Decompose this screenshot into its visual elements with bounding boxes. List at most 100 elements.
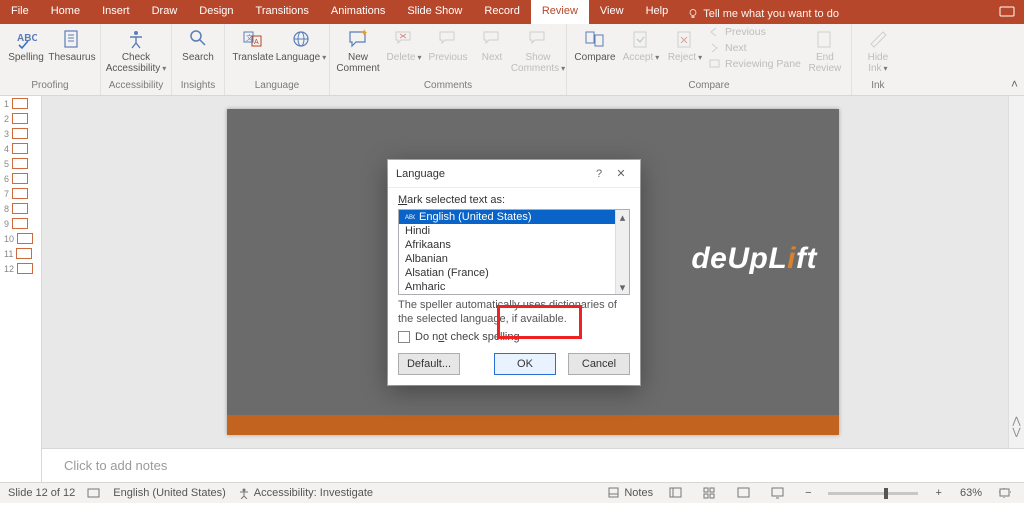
group-accessibility: Check Accessibility Accessibility	[101, 24, 172, 95]
compare-button[interactable]: Compare	[573, 26, 617, 63]
slide-thumbnail[interactable]: 9	[0, 216, 41, 231]
status-slide-number: Slide 12 of 12	[8, 487, 75, 499]
slide-thumbnail[interactable]: 4	[0, 141, 41, 156]
zoom-out-button[interactable]: −	[801, 487, 815, 499]
listbox-scrollbar[interactable]: ▴ ▾	[615, 210, 629, 294]
tab-help[interactable]: Help	[635, 0, 680, 24]
dialog-close-button[interactable]: ✕	[610, 167, 632, 180]
translate-button[interactable]: 文A Translate	[231, 26, 275, 63]
view-sorter-button[interactable]	[699, 485, 721, 501]
group-ink: Hide Ink Ink	[852, 24, 904, 95]
slide-thumbnail[interactable]: 5	[0, 156, 41, 171]
language-item-selected[interactable]: ABC English (United States)	[399, 210, 629, 224]
slide-nav-buttons[interactable]: ⋀⋁	[1011, 416, 1022, 428]
zoom-slider[interactable]	[828, 492, 918, 495]
tab-draw[interactable]: Draw	[141, 0, 189, 24]
group-insights: Search Insights	[172, 24, 225, 95]
slide-thumbnail[interactable]: 7	[0, 186, 41, 201]
compare-nav: Previous Next Reviewing Pane	[709, 26, 801, 70]
display-options-button[interactable]	[990, 0, 1024, 24]
tell-me-search[interactable]: Tell me what you want to do	[687, 0, 839, 24]
accessibility-status-icon	[238, 487, 250, 499]
prev-icon	[709, 27, 721, 37]
do-not-check-spelling-checkbox[interactable]: Do not check spelling	[398, 331, 630, 343]
tab-animations[interactable]: Animations	[320, 0, 396, 24]
spellcheck-icon: ABC	[405, 212, 415, 222]
accept-icon	[632, 26, 650, 52]
dialog-title: Language	[396, 168, 588, 180]
new-comment-button[interactable]: ✦ New Comment	[336, 26, 380, 74]
spelling-button[interactable]: ABC Spelling	[6, 26, 46, 63]
ribbon-collapse-button[interactable]: ˄	[1011, 77, 1018, 91]
zoom-level[interactable]: 63%	[960, 487, 982, 499]
language-item[interactable]: Amharic	[399, 280, 629, 294]
status-notes-button[interactable]: Notes	[608, 487, 653, 499]
tab-design[interactable]: Design	[188, 0, 244, 24]
delete-comment-button: Delete	[384, 26, 424, 63]
thesaurus-button[interactable]: Thesaurus	[50, 26, 94, 63]
tab-insert[interactable]: Insert	[91, 0, 141, 24]
notes-icon	[608, 487, 620, 499]
slide-thumbnail[interactable]: 1	[0, 96, 41, 111]
slide-thumbnail-pane[interactable]: 123456789101112	[0, 96, 42, 482]
slide-thumbnail[interactable]: 8	[0, 201, 41, 216]
status-bar: Slide 12 of 12 English (United States) A…	[0, 482, 1024, 503]
dialog-titlebar[interactable]: Language ? ✕	[388, 160, 640, 188]
reviewing-pane: Reviewing Pane	[709, 58, 801, 70]
next-comment-button: Next	[472, 26, 512, 63]
ribbon-tabs: File Home Insert Draw Design Transitions…	[0, 0, 1024, 24]
notes-pane[interactable]: Click to add notes	[42, 448, 1024, 482]
status-section-icon[interactable]	[87, 487, 101, 499]
hide-ink-button: Hide Ink	[858, 26, 898, 74]
language-item[interactable]: Albanian	[399, 252, 629, 266]
search-button[interactable]: Search	[178, 26, 218, 63]
delete-comment-icon	[394, 26, 414, 52]
view-slideshow-button[interactable]	[767, 485, 789, 501]
slide-thumbnail[interactable]: 12	[0, 261, 41, 276]
view-reading-button[interactable]	[733, 485, 755, 501]
svg-text:ABC: ABC	[405, 215, 415, 221]
slide-thumbnail[interactable]: 10	[0, 231, 41, 246]
ok-button[interactable]: OK	[494, 353, 556, 375]
new-comment-icon: ✦	[347, 26, 369, 52]
slide-accent-bar	[227, 415, 839, 435]
slide-thumbnail[interactable]: 11	[0, 246, 41, 261]
vertical-scrollbar[interactable]: ⋀⋁	[1008, 96, 1024, 448]
tab-file[interactable]: File	[0, 0, 40, 24]
language-dialog: Language ? ✕ Mark selected text as: ABC …	[388, 160, 640, 385]
check-accessibility-button[interactable]: Check Accessibility	[107, 26, 165, 74]
tab-view[interactable]: View	[589, 0, 635, 24]
tab-review[interactable]: Review	[531, 0, 589, 24]
zoom-in-button[interactable]: +	[930, 487, 948, 499]
status-accessibility[interactable]: Accessibility: Investigate	[238, 487, 373, 499]
group-proofing: ABC Spelling Thesaurus Proofing	[0, 24, 101, 95]
scroll-up-icon[interactable]: ▴	[616, 210, 629, 224]
group-compare: Compare Accept Reject Previous Next Revi…	[567, 24, 852, 95]
end-review-icon	[816, 26, 834, 52]
language-button[interactable]: Language	[279, 26, 323, 63]
slide-thumbnail[interactable]: 6	[0, 171, 41, 186]
dialog-help-button[interactable]: ?	[588, 168, 610, 180]
translate-icon: 文A	[242, 26, 264, 52]
tab-slideshow[interactable]: Slide Show	[396, 0, 473, 24]
tab-transitions[interactable]: Transitions	[245, 0, 320, 24]
slide-thumbnail[interactable]: 2	[0, 111, 41, 126]
group-language: 文A Translate Language Language	[225, 24, 330, 95]
cancel-button[interactable]: Cancel	[568, 353, 630, 375]
status-language[interactable]: English (United States)	[113, 487, 226, 499]
view-normal-button[interactable]	[665, 485, 687, 501]
default-button[interactable]: Default...	[398, 353, 460, 375]
slide-logo-text: deUpLift	[691, 242, 817, 276]
language-icon	[290, 26, 312, 52]
tab-home[interactable]: Home	[40, 0, 91, 24]
slide-thumbnail[interactable]: 3	[0, 126, 41, 141]
tab-record[interactable]: Record	[473, 0, 530, 24]
reject-icon	[676, 26, 694, 52]
language-item[interactable]: Afrikaans	[399, 238, 629, 252]
prev-comment-button: Previous	[428, 26, 468, 63]
language-item[interactable]: Alsatian (France)	[399, 266, 629, 280]
fit-to-window-button[interactable]	[994, 485, 1016, 501]
language-listbox[interactable]: ABC English (United States) Hindi Afrika…	[398, 209, 630, 295]
scroll-down-icon[interactable]: ▾	[616, 280, 629, 294]
language-item[interactable]: Hindi	[399, 224, 629, 238]
